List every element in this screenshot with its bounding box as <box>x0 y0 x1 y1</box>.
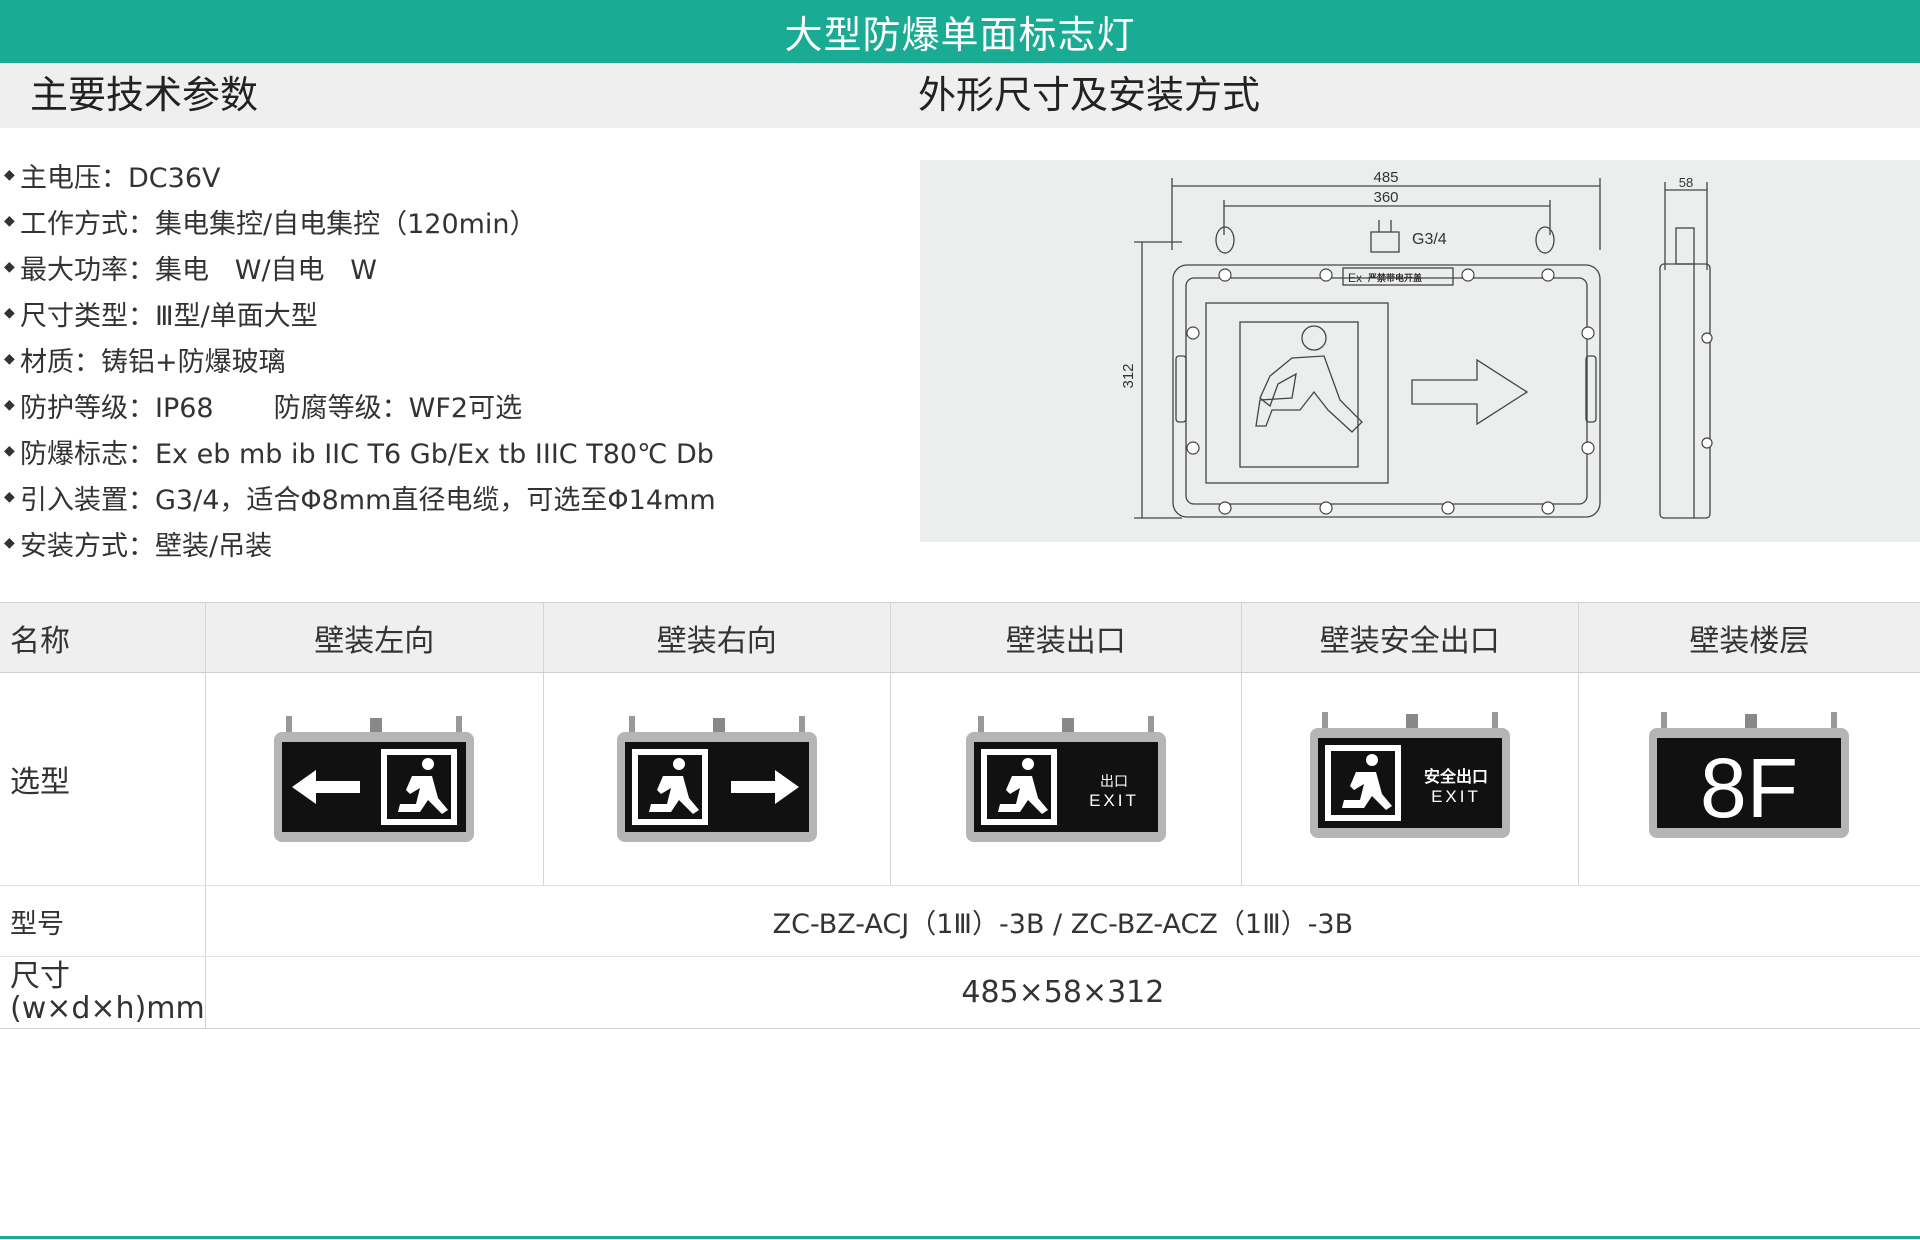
bullet-icon: ◆ <box>4 351 15 367</box>
header-name: 名称 <box>0 602 206 673</box>
bullet-icon: ◆ <box>4 397 15 413</box>
header-col: 壁装楼层 <box>1578 602 1920 673</box>
size-value: 485×58×312 <box>205 956 1920 1029</box>
spec-item: ◆ 材质：铸铝+防爆玻璃 <box>4 346 286 378</box>
sign-safe-exit-icon: 安全出口 EXIT <box>1309 712 1510 838</box>
sign-left-icon <box>274 716 475 842</box>
spec-item: ◆ 引入装置：G3/4，适合Φ8mm直径电缆，可选至Φ14mm <box>4 484 716 516</box>
product-image-exit: 出口 EXIT <box>890 672 1242 886</box>
spec-item: ◆ 防护等级：IP68 防腐等级：WF2可选 <box>4 392 523 424</box>
floor-text: 8F <box>1700 741 1798 835</box>
row-label-size: 尺寸 (w×d×h)mm <box>0 956 206 1029</box>
product-image-right <box>543 672 891 886</box>
table-row: 尺寸 (w×d×h)mm 485×58×312 <box>0 956 1920 1029</box>
bullet-icon: ◆ <box>4 167 15 183</box>
spec-item: ◆ 尺寸类型：Ⅲ型/单面大型 <box>4 300 318 332</box>
header-col: 壁装安全出口 <box>1241 602 1579 673</box>
page-title: 大型防爆单面标志灯 <box>0 0 1920 63</box>
dim-thread: G3/4 <box>1412 231 1447 248</box>
spec-item: ◆ 最大功率：集电 W/自电 W <box>4 254 377 286</box>
spec-item: ◆ 安装方式：壁装/吊装 <box>4 530 273 562</box>
bullet-icon: ◆ <box>4 305 15 321</box>
header-col: 壁装出口 <box>890 602 1242 673</box>
product-image-left <box>205 672 544 886</box>
ex-label: Ex <box>1348 271 1362 285</box>
row-label-select: 选型 <box>0 672 206 886</box>
model-value: ZC-BZ-ACJ（1Ⅲ）-3B / ZC-BZ-ACZ（1Ⅲ）-3B <box>205 885 1920 957</box>
dim-depth: 58 <box>1679 175 1693 190</box>
bullet-icon: ◆ <box>4 443 15 459</box>
spec-item: ◆ 防爆标志：Ex eb mb ib IIC T6 Gb/Ex tb IIIC T… <box>4 438 714 470</box>
dimension-drawing-svg: 485 360 58 312 G3/4 Ex 严禁带电开盖 <box>1120 169 1713 519</box>
bullet-icon: ◆ <box>4 489 15 505</box>
exit-en-text: EXIT <box>1089 791 1139 810</box>
bullet-icon: ◆ <box>4 535 15 551</box>
table-header-row: 名称 壁装左向 壁装右向 壁装出口 壁装安全出口 壁装楼层 <box>0 602 1920 673</box>
sign-exit-icon: 出口 EXIT <box>965 716 1166 842</box>
dim-width-outer: 485 <box>1373 169 1398 186</box>
sign-floor-icon: 8F <box>1649 712 1850 838</box>
row-label-model: 型号 <box>0 885 206 957</box>
bullet-icon: ◆ <box>4 259 15 275</box>
dimension-drawing: 485 360 58 312 G3/4 Ex 严禁带电开盖 <box>920 160 1920 542</box>
dim-width-inner: 360 <box>1373 189 1398 206</box>
spec-item: ◆ 主电压：DC36V <box>4 162 221 194</box>
bottom-divider <box>0 1236 1920 1239</box>
table-row: 选型 出口 EXIT 安全出口 EXIT 8F <box>0 672 1920 886</box>
dim-height: 312 <box>1120 363 1137 388</box>
section-header-bar: 主要技术参数 外形尺寸及安装方式 <box>0 63 1920 128</box>
sign-right-icon <box>616 716 817 842</box>
header-col: 壁装右向 <box>543 602 891 673</box>
section-title-dimensions: 外形尺寸及安装方式 <box>918 73 1261 117</box>
model-table: 名称 壁装左向 壁装右向 壁装出口 壁装安全出口 壁装楼层 选型 出口 EXIT… <box>0 602 1920 1029</box>
section-title-specs: 主要技术参数 <box>30 73 259 117</box>
safe-exit-cn-text: 安全出口 <box>1424 767 1488 786</box>
warning-plate: 严禁带电开盖 <box>1367 272 1422 283</box>
spec-list: ◆ 主电压：DC36V ◆ 工作方式：集电集控/自电集控（120min） ◆ 最大功率… <box>4 152 904 566</box>
table-row: 型号 ZC-BZ-ACJ（1Ⅲ）-3B / ZC-BZ-ACZ（1Ⅲ）-3B <box>0 885 1920 957</box>
safe-exit-en-text: EXIT <box>1431 787 1481 806</box>
exit-cn-text: 出口 <box>1100 773 1128 789</box>
product-image-floor: 8F <box>1578 672 1920 886</box>
product-image-safe-exit: 安全出口 EXIT <box>1241 672 1579 886</box>
header-col: 壁装左向 <box>205 602 544 673</box>
spec-item: ◆ 工作方式：集电集控/自电集控（120min） <box>4 208 537 240</box>
bullet-icon: ◆ <box>4 213 15 229</box>
